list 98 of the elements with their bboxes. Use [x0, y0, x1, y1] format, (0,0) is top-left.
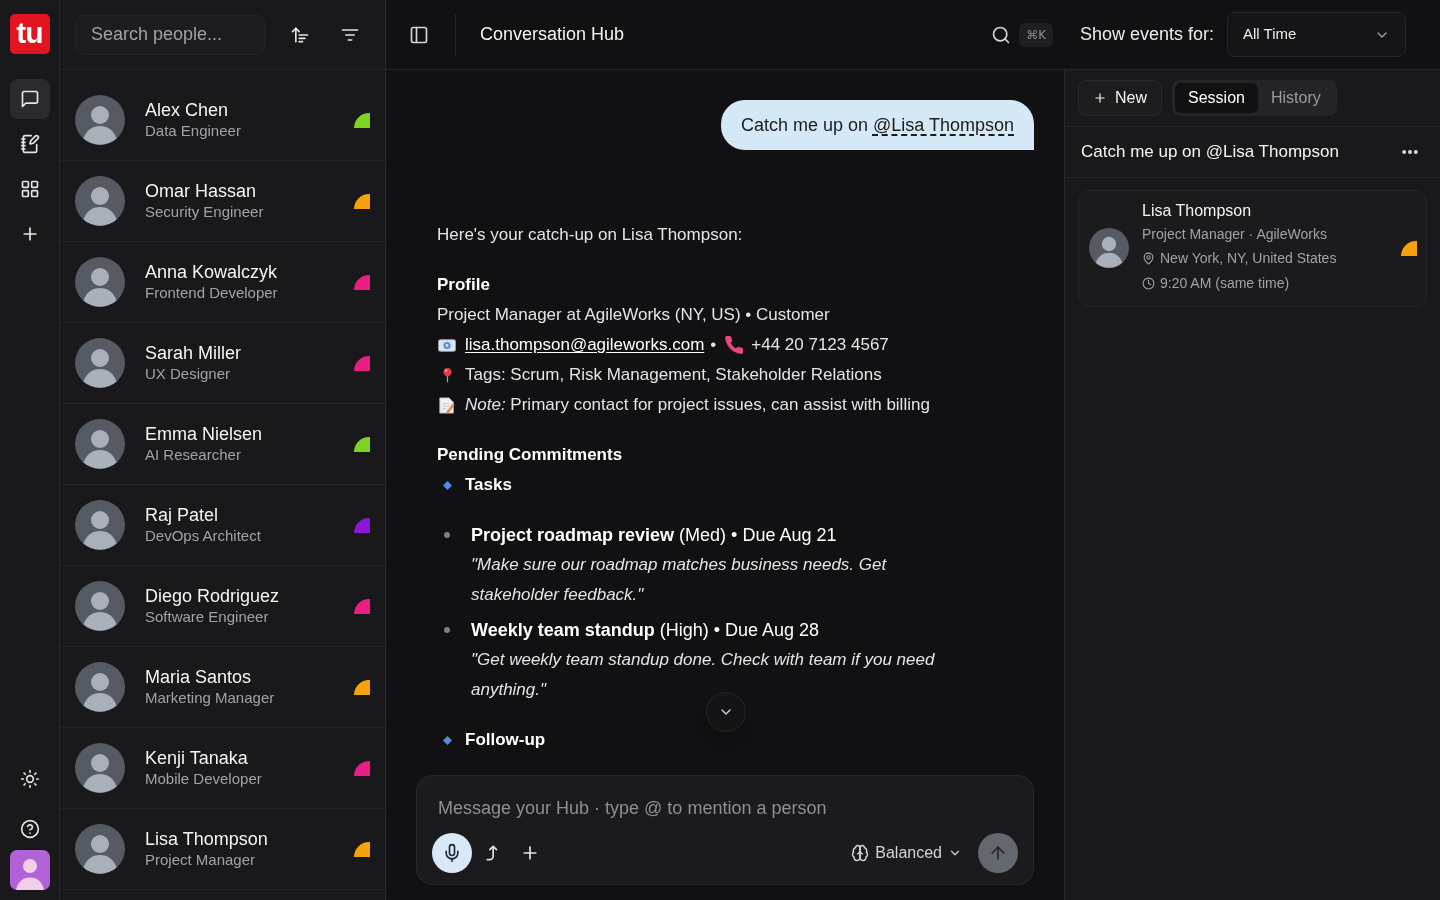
- grid-icon: [19, 179, 40, 199]
- contact-name: Lisa Thompson: [1142, 201, 1253, 221]
- avatar-icon: [75, 95, 125, 145]
- diamond-icon: [442, 480, 452, 490]
- contact-name: Emma Nielsen: [145, 423, 263, 445]
- task-title: Project roadmap review (Med) • Due Aug 21: [471, 524, 838, 547]
- contact-list-item[interactable]: Kenji Tanaka Mobile Developer: [60, 728, 385, 809]
- contact-list-item[interactable]: Alex Chen Data Engineer: [60, 80, 385, 161]
- separator-dot: •: [710, 334, 717, 356]
- contact-name: Sarah Miller: [145, 342, 242, 364]
- diamond-icon: [442, 735, 452, 745]
- section-heading: Profile: [437, 274, 491, 296]
- contact-role: Software Engineer: [145, 607, 270, 627]
- avatar-icon: [75, 500, 125, 550]
- section-heading: Pending Commitments: [437, 444, 624, 466]
- plus-icon: [1093, 91, 1107, 105]
- avatar-icon: [75, 743, 125, 793]
- search-icon[interactable]: [991, 24, 1012, 45]
- theme-icon[interactable]: [19, 769, 40, 789]
- avatar-icon: [75, 824, 125, 874]
- mode-dropdown[interactable]: Balanced: [851, 841, 962, 865]
- chat-nav-button[interactable]: [9, 79, 50, 119]
- search-field[interactable]: Search people...: [75, 14, 265, 55]
- group-heading: Tasks: [465, 474, 512, 496]
- contact-list-item[interactable]: Sarah Miller UX Designer: [60, 323, 385, 404]
- contact-name: Lisa Thompson: [145, 828, 268, 850]
- phone-number: +44 20 7123 4567: [751, 334, 889, 356]
- contact-list-item[interactable]: Omar Hassan Security Engineer: [60, 161, 385, 242]
- group-heading: Follow-up: [465, 729, 546, 751]
- contact-role: Project Manager: [145, 850, 257, 870]
- microphone-button[interactable]: [432, 833, 472, 873]
- contact-role: DevOps Architect: [145, 526, 261, 546]
- sidebar-toggle-icon[interactable]: [409, 24, 429, 45]
- email-link[interactable]: lisa.thompson@agileworks.com: [465, 330, 705, 360]
- contact-role: UX Designer: [145, 364, 232, 384]
- contact-local-time: 9:20 AM (same time): [1160, 273, 1290, 293]
- brain-icon: [851, 844, 870, 862]
- contact-name: Kenji Tanaka: [145, 747, 249, 769]
- contact-name: Raj Patel: [145, 504, 220, 526]
- contact-role: Frontend Developer: [145, 283, 278, 303]
- task-quote: "Get weekly team standup done. Check with team if you need anything.": [471, 649, 936, 701]
- send-button[interactable]: [978, 833, 1018, 873]
- contact-subtitle: Project Manager · AgileWorks: [1142, 225, 1328, 244]
- message-input[interactable]: Message your Hub · type @ to mention a person: [432, 795, 1018, 821]
- avatar-icon: [75, 257, 125, 307]
- contact-role: AI Researcher: [145, 445, 242, 465]
- contact-name: Alex Chen: [145, 99, 230, 121]
- note-text: Note: Primary contact for project issues, can assist with billing: [465, 394, 930, 416]
- memo-icon: [439, 396, 455, 414]
- profile-summary: Project Manager at AgileWorks (NY, US) • Customer: [437, 304, 831, 326]
- avatar-icon: [75, 662, 125, 712]
- avatar-icon: [75, 419, 125, 469]
- clock-icon: [1142, 276, 1155, 290]
- tags-text: Tags: Scrum, Risk Management, Stakeholder Relations: [465, 364, 882, 386]
- contact-role: Marketing Manager: [145, 688, 275, 708]
- avatar-icon: [75, 581, 125, 631]
- page-title: Conversation Hub: [480, 23, 625, 46]
- bullet-icon: [444, 627, 450, 633]
- contact-location: New York, NY, United States: [1160, 248, 1337, 268]
- contact-list-item[interactable]: Diego Rodriguez Software Engineer: [60, 566, 385, 647]
- task-title: Weekly team standup (High) • Due Aug 28: [471, 619, 821, 642]
- session-title: Catch me up on @Lisa Thompson: [1081, 141, 1339, 164]
- task-quote: "Make sure our roadmap matches business needs. Get stakeholder feedback.": [471, 554, 888, 606]
- contact-name: Anna Kowalczyk: [145, 261, 278, 283]
- contact-list-item[interactable]: Raj Patel DevOps Architect: [60, 485, 385, 566]
- envelope-icon: [438, 338, 456, 352]
- microphone-icon: [442, 843, 462, 863]
- tab[interactable]: History: [1257, 83, 1334, 113]
- app-logo: tu: [9, 14, 50, 54]
- avatar-icon: [75, 338, 125, 388]
- mention-link[interactable]: @Lisa Thompson: [873, 114, 1014, 135]
- chat-icon: [19, 89, 40, 109]
- time-range-dropdown[interactable]: All Time: [1227, 12, 1406, 57]
- help-icon[interactable]: [19, 819, 40, 839]
- contact-list-item[interactable]: Lisa Thompson Project Manager: [60, 809, 385, 890]
- new-session-button[interactable]: New: [1078, 80, 1162, 116]
- notebook-pen-icon: [19, 134, 40, 154]
- contact-role: Data Engineer: [145, 121, 241, 141]
- contact-list-item[interactable]: Anna Kowalczyk Frontend Developer: [60, 242, 385, 323]
- contact-name: Omar Hassan: [145, 180, 258, 202]
- bullet-icon: [444, 532, 450, 538]
- location-pin-icon: [1142, 251, 1155, 265]
- reply-intro: Here's your catch-up on Lisa Thompson:: [437, 224, 744, 246]
- contact-name: Maria Santos: [145, 666, 253, 688]
- events-filter-label: Show events for:: [1080, 23, 1215, 46]
- contact-list-item[interactable]: Emma Nielsen AI Researcher: [60, 404, 385, 485]
- contact-role: Security Engineer: [145, 202, 264, 222]
- message-text: Catch me up on @Lisa Thompson: [740, 113, 1014, 137]
- pushpin-icon: [442, 367, 452, 383]
- shortcut-hint: ⌘K: [1019, 22, 1053, 47]
- phone-icon: [725, 336, 744, 354]
- tab[interactable]: Session: [1175, 83, 1258, 113]
- avatar-icon: [1089, 228, 1129, 268]
- contact-name: Diego Rodriguez: [145, 585, 280, 607]
- contact-list-item[interactable]: Maria Santos Marketing Manager: [60, 647, 385, 728]
- avatar-icon: [75, 176, 125, 226]
- contact-role: Mobile Developer: [145, 769, 262, 789]
- account-avatar-icon[interactable]: [9, 850, 50, 890]
